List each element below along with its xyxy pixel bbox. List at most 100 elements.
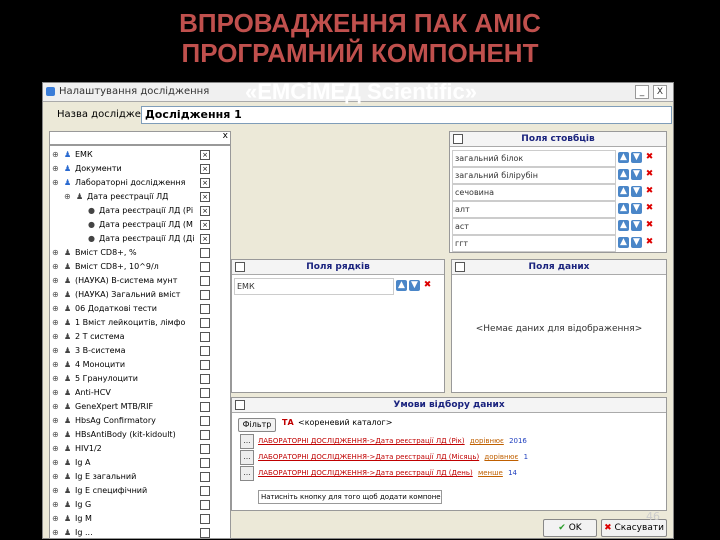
expand-icon[interactable]: ⊕	[52, 372, 59, 385]
move-up-icon[interactable]: ▲	[618, 237, 629, 248]
row-field-row[interactable]: ЕМК	[234, 278, 394, 295]
tree-item-checkbox[interactable]	[200, 458, 210, 468]
condition-dots-button[interactable]: …	[240, 466, 254, 481]
tree-item[interactable]: ⊕ ♟ Ig ...	[50, 526, 230, 538]
column-field-row[interactable]: загальний білірубін	[452, 167, 616, 184]
tree-item-checkbox[interactable]	[200, 248, 210, 258]
column-field-row[interactable]: алт	[452, 201, 616, 218]
expand-icon[interactable]: ⊕	[52, 414, 59, 427]
move-down-icon[interactable]: ▼	[631, 152, 642, 163]
tree-item-checkbox[interactable]: ×	[200, 150, 210, 160]
tree-item[interactable]: ⊕ ♟ 5 Гранулоцити	[50, 372, 230, 385]
tree-item[interactable]: ⊕ ♟ GeneXpert MTB/RIF	[50, 400, 230, 413]
tree-item[interactable]: ⊕ ♟ 1 Вміст лейкоцитів, лімфо	[50, 316, 230, 329]
tree-item[interactable]: ⊕ ♟ Anti-HCV	[50, 386, 230, 399]
columns-panel-checkbox[interactable]	[453, 134, 463, 144]
move-down-icon[interactable]: ▼	[631, 237, 642, 248]
tree-item[interactable]: ⊕ ♟ Вміст CD8+, %	[50, 246, 230, 259]
tree-item[interactable]: ⊕ ♟ HIV1/2	[50, 442, 230, 455]
tree-item-checkbox[interactable]	[200, 304, 210, 314]
tree-item[interactable]: ⊕ ♟ Вміст CD8+, 10^9/л	[50, 260, 230, 273]
delete-icon[interactable]: ✖	[644, 203, 655, 214]
tree-item-checkbox[interactable]	[200, 276, 210, 286]
tree-item-checkbox[interactable]: ×	[200, 178, 210, 188]
tree-item-checkbox[interactable]: ×	[200, 220, 210, 230]
tree-item-checkbox[interactable]	[200, 500, 210, 510]
rows-panel-checkbox[interactable]	[235, 262, 245, 272]
expand-icon[interactable]: ⊕	[52, 498, 59, 511]
expand-icon[interactable]: ⊕	[52, 470, 59, 483]
move-down-icon[interactable]: ▼	[631, 203, 642, 214]
expand-icon[interactable]: ⊕	[52, 246, 59, 259]
tree-item[interactable]: ⊕ ♟ Ig E специфічний	[50, 484, 230, 497]
expand-icon[interactable]: ⊕	[52, 330, 59, 343]
condition-value[interactable]: 2016	[509, 437, 527, 445]
tree-item[interactable]: ⊕ ♟ Ig G	[50, 498, 230, 511]
move-up-icon[interactable]: ▲	[618, 203, 629, 214]
column-field-row[interactable]: аст	[452, 218, 616, 235]
tree-item-checkbox[interactable]	[200, 388, 210, 398]
tree-item[interactable]: ⊕ ♟ (НАУКА) В-система мунт	[50, 274, 230, 287]
delete-icon[interactable]: ✖	[644, 186, 655, 197]
condition-path[interactable]: ЛАБОРАТОРНІ ДОСЛІДЖЕННЯ->Дата реєстрації…	[258, 453, 479, 461]
condition-operator[interactable]: дорівнює	[470, 437, 504, 445]
move-up-icon[interactable]: ▲	[618, 186, 629, 197]
delete-icon[interactable]: ✖	[644, 169, 655, 180]
expand-icon[interactable]: ⊕	[52, 274, 59, 287]
expand-icon[interactable]: ⊕	[52, 400, 59, 413]
expand-icon[interactable]: ⊕	[52, 442, 59, 455]
tree-item[interactable]: ⊕ ♟ Лабораторні дослідження ×	[50, 176, 230, 189]
expand-icon[interactable]: ⊕	[52, 512, 59, 525]
tree-item-checkbox[interactable]	[200, 290, 210, 300]
tree-item[interactable]: ⊕ ♟ (НАУКА) Загальний вміст	[50, 288, 230, 301]
tree-item[interactable]: ⊕ ♟ Ig E загальний	[50, 470, 230, 483]
condition-value[interactable]: 1	[524, 453, 528, 461]
tree-item-checkbox[interactable]: ×	[200, 164, 210, 174]
root-tag[interactable]: ТА	[282, 418, 294, 427]
expand-icon[interactable]: ⊕	[52, 428, 59, 441]
expand-icon[interactable]: ⊕	[52, 358, 59, 371]
expand-icon[interactable]: ⊕	[52, 456, 59, 469]
delete-icon[interactable]: ✖	[422, 280, 433, 291]
condition-operator[interactable]: менше	[478, 469, 503, 477]
tree-item-checkbox[interactable]	[200, 318, 210, 328]
tree-item[interactable]: ⊕ ♟ ЕМК ×	[50, 148, 230, 161]
condition-value[interactable]: 14	[508, 469, 517, 477]
condition-row[interactable]: … ЛАБОРАТОРНІ ДОСЛІДЖЕННЯ->Дата реєстраці…	[240, 434, 527, 449]
tree-item-checkbox[interactable]: ×	[200, 234, 210, 244]
expand-icon[interactable]: ⊕	[52, 288, 59, 301]
clear-filter-icon[interactable]: x	[223, 131, 228, 141]
delete-icon[interactable]: ✖	[644, 152, 655, 163]
tree-item[interactable]: ● Дата реєстрації ЛД (М ×	[50, 218, 230, 231]
expand-icon[interactable]: ⊕	[52, 162, 59, 175]
tree-item-checkbox[interactable]	[200, 430, 210, 440]
expand-icon[interactable]: ⊕	[64, 190, 71, 203]
tree-item-checkbox[interactable]	[200, 472, 210, 482]
condition-row[interactable]: … ЛАБОРАТОРНІ ДОСЛІДЖЕННЯ->Дата реєстраці…	[240, 466, 517, 481]
tree-item[interactable]: ⊕ ♟ HbsAg Confirmatory	[50, 414, 230, 427]
tree-item-checkbox[interactable]	[200, 416, 210, 426]
tree-item[interactable]: ⊕ ♟ 06 Додаткові тести	[50, 302, 230, 315]
tree-item[interactable]: ⊕ ♟ Документи ×	[50, 162, 230, 175]
move-up-icon[interactable]: ▲	[618, 169, 629, 180]
expand-icon[interactable]: ⊕	[52, 526, 59, 538]
tree-item[interactable]: ● Дата реєстрації ЛД (Рі ×	[50, 204, 230, 217]
filter-button[interactable]: Фільтр	[238, 418, 276, 432]
tree-item[interactable]: ⊕ ♟ 4 Моноцити	[50, 358, 230, 371]
move-down-icon[interactable]: ▼	[631, 186, 642, 197]
move-up-icon[interactable]: ▲	[396, 280, 407, 291]
column-field-row[interactable]: сечовина	[452, 184, 616, 201]
expand-icon[interactable]: ⊕	[52, 316, 59, 329]
ok-button[interactable]: ✔ OK	[543, 519, 597, 537]
condition-dots-button[interactable]: …	[240, 434, 254, 449]
tree-item[interactable]: ⊕ ♟ HBsAntiBody (kit-kidoult)	[50, 428, 230, 441]
tree-item-checkbox[interactable]	[200, 528, 210, 538]
tree-item[interactable]: ● Дата реєстрації ЛД (Ді ×	[50, 232, 230, 245]
tree-item-checkbox[interactable]	[200, 332, 210, 342]
tree-item-checkbox[interactable]: ×	[200, 206, 210, 216]
delete-icon[interactable]: ✖	[644, 237, 655, 248]
column-field-row[interactable]: загальний білок	[452, 150, 616, 167]
study-name-input[interactable]: Дослідження 1	[141, 106, 672, 124]
tree-item[interactable]: ⊕ ♟ Дата реєстрації ЛД ×	[50, 190, 230, 203]
tree-item[interactable]: ⊕ ♟ 2 Т система	[50, 330, 230, 343]
